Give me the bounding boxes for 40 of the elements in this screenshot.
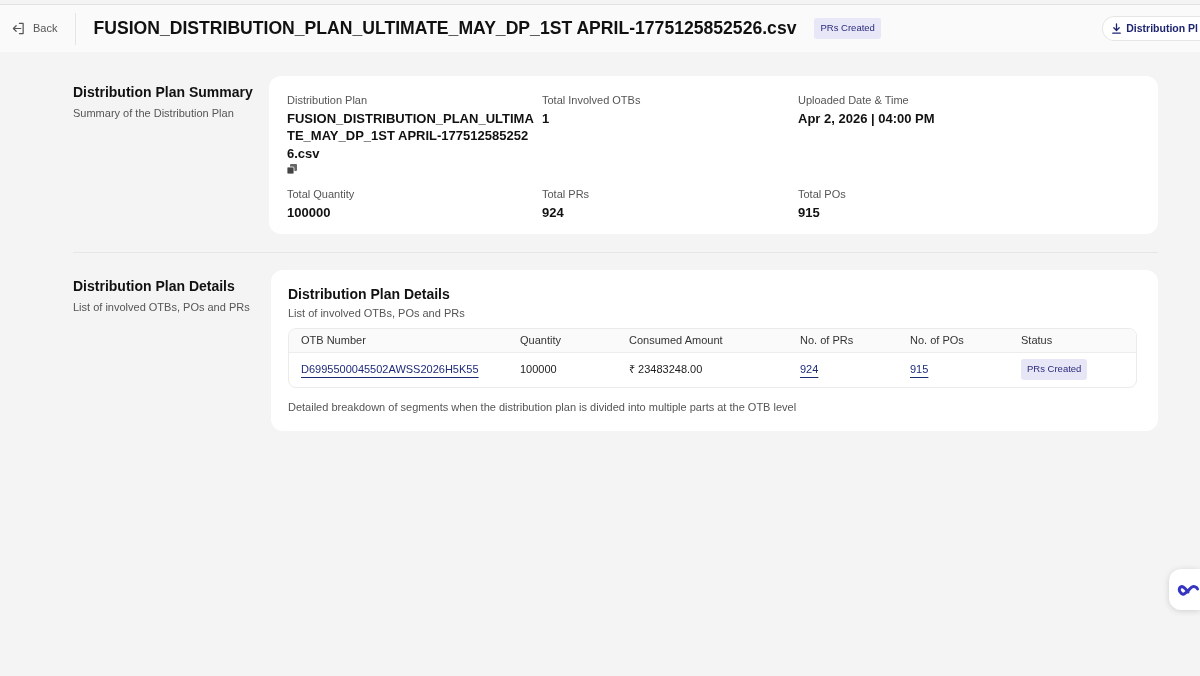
column-header: Status [1021,332,1053,348]
floating-widget-button[interactable] [1169,569,1200,610]
field-label: Total Involved OTBs [542,93,641,108]
table-note: Detailed breakdown of segments when the distribution plan is divided into multiple parts at the OTB level [288,399,798,415]
field-value: 915 [798,203,821,221]
card-subtitle: List of involved OTBs, POs and PRs [288,306,466,321]
column-header: No. of PRs [800,332,854,348]
status-badge: PRs Created [1021,359,1088,380]
section-subtitle: Summary of the Distribution Plan [73,106,235,121]
table-link[interactable]: 924 [800,361,819,378]
column-header: No. of POs [910,332,964,348]
field-label: Total Quantity [287,187,355,202]
column-header: Consumed Amount [629,332,723,348]
field-value: 1 [542,109,551,127]
table-cell-text: ₹ 23483248.00 [629,362,703,378]
table-link[interactable]: D6995500045502AWSS2026H5K55 [301,361,479,378]
section-subtitle: List of involved OTBs, POs and PRs [73,300,251,315]
status-badge: PRs Created [814,18,881,39]
field-value: 100000 [287,203,332,221]
field-label: Total POs [798,187,846,202]
field-value: FUSION_DISTRIBUTION_PLAN_ULTIMATE_MAY_DP_1ST APRIL-1775125852526.csv [287,109,535,162]
loop-icon [1177,582,1199,597]
table-cell-text: 100000 [520,362,557,378]
exit-arrow-icon [12,22,25,35]
card-title: Distribution Plan Details [288,285,451,304]
field-label: Total PRs [542,187,590,202]
field-value: 924 [542,203,565,221]
copy-icon[interactable] [287,164,297,174]
section-title: Distribution Plan Details [73,277,236,296]
table-link[interactable]: 915 [910,361,929,378]
column-header: OTB Number [301,332,366,348]
download-icon [1112,23,1122,34]
field-label: Uploaded Date & Time [798,93,909,108]
section-title: Distribution Plan Summary [73,83,254,102]
field-value: Apr 2, 2026 | 04:00 PM [798,109,936,127]
download-button[interactable]: Distribution Pl [1102,16,1200,41]
field-label: Distribution Plan [287,93,368,108]
back-button[interactable]: Back [12,20,58,37]
column-header: Quantity [520,332,561,348]
page-title: FUSION_DISTRIBUTION_PLAN_ULTIMATE_MAY_DP_1ST APRIL-1775125852526.csv [93,17,797,41]
